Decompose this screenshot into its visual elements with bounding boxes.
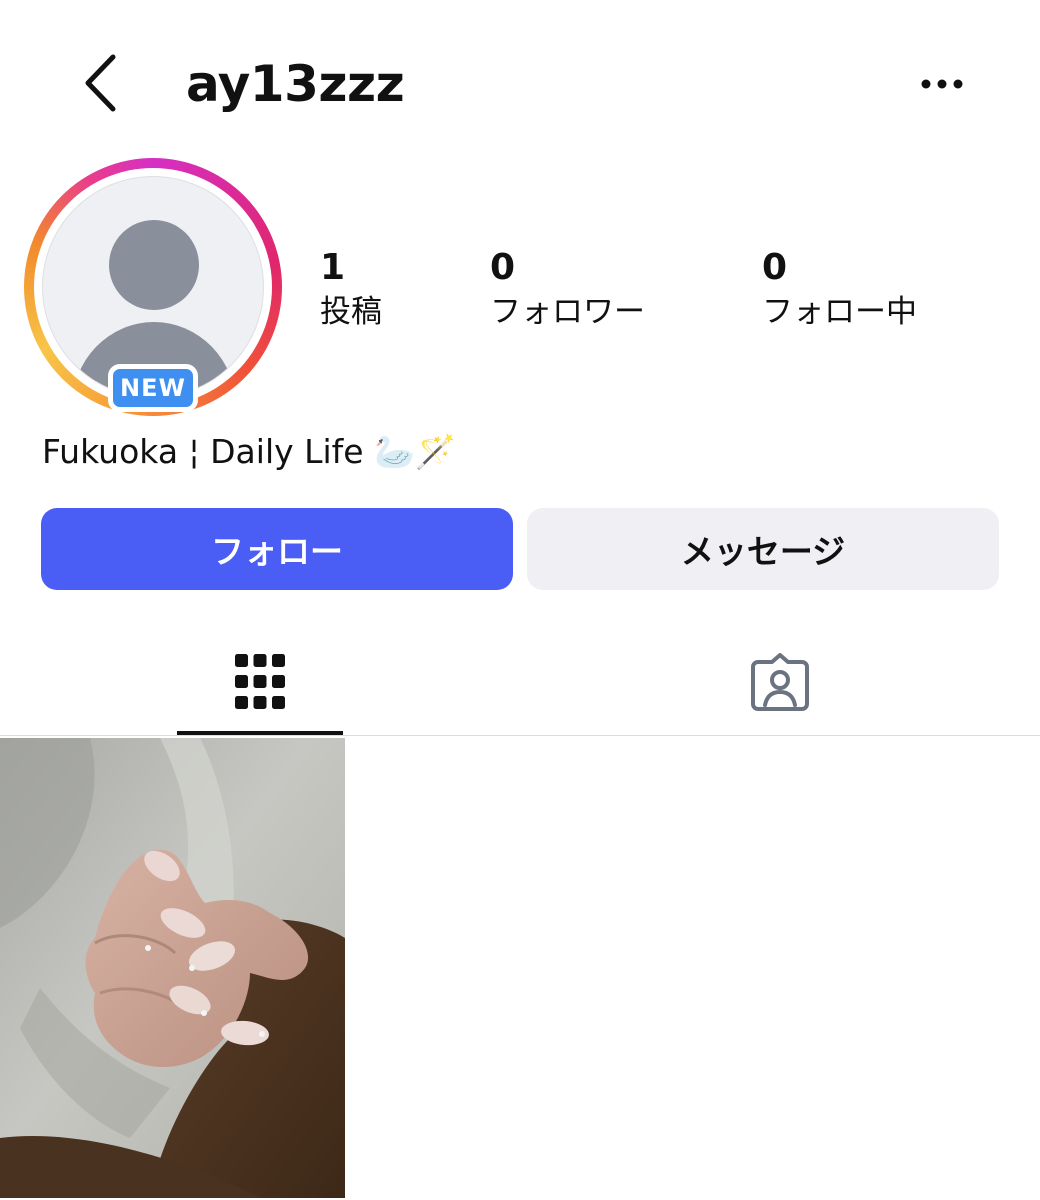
stat-following-label: フォロー中 [762, 294, 917, 330]
nail-photo [0, 738, 345, 1198]
tagged-person-icon [751, 653, 809, 711]
stat-following[interactable]: 0 フォロー中 [762, 248, 917, 332]
stat-posts-count: 1 [320, 247, 346, 288]
stat-following-count: 0 [762, 247, 788, 288]
stat-posts[interactable]: 1 投稿 [320, 248, 382, 332]
back-button[interactable] [72, 48, 128, 118]
post-thumbnail[interactable] [0, 738, 345, 1198]
stat-posts-label: 投稿 [320, 294, 382, 330]
more-options-button[interactable] [912, 62, 972, 106]
message-button[interactable]: メッセージ [527, 508, 999, 590]
tab-posts-grid[interactable] [177, 630, 343, 734]
profile-avatar[interactable]: NEW [24, 158, 282, 416]
chevron-left-icon [85, 54, 116, 112]
stat-followers-label: フォロワー [490, 294, 645, 330]
profile-username: ay13zzz [186, 55, 405, 113]
follow-button[interactable]: フォロー [41, 508, 513, 590]
tabs-divider [0, 735, 1040, 736]
grid-icon [235, 654, 285, 709]
stat-followers[interactable]: 0 フォロワー [490, 248, 645, 332]
new-badge: NEW [108, 364, 198, 412]
profile-bio: Fukuoka ¦ Daily Life 🦢🪄 [42, 432, 457, 471]
ellipsis-horizontal-icon [921, 79, 963, 89]
stat-followers-count: 0 [490, 247, 516, 288]
tab-tagged[interactable] [697, 630, 863, 734]
